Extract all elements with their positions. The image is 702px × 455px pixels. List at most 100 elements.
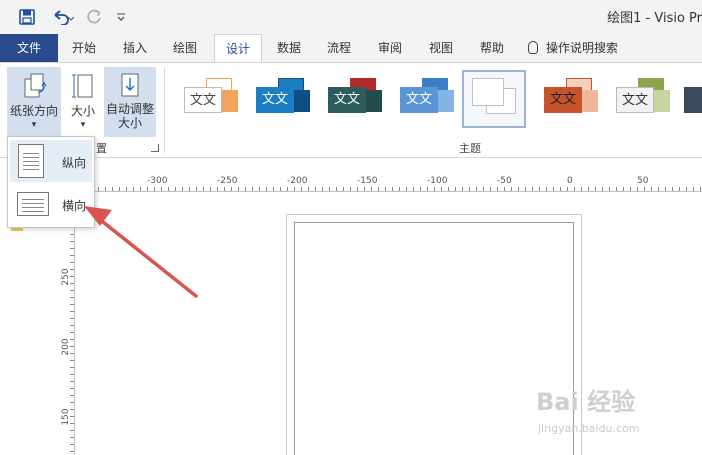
ruler-tick <box>168 187 169 191</box>
ruler-label: -150 <box>357 176 378 186</box>
landscape-page-icon <box>17 192 49 216</box>
ruler-tick <box>70 304 74 305</box>
size-button[interactable]: 大小 ▾ <box>64 67 102 137</box>
auto-size-button[interactable]: 自动调整 大小 <box>104 67 156 137</box>
ruler-tick <box>189 187 190 191</box>
tell-me-search[interactable]: 操作说明搜索 <box>528 34 648 62</box>
ruler-tick <box>462 187 463 191</box>
ruler-tick <box>497 187 498 191</box>
theme-swatch <box>472 78 504 106</box>
ruler-tick <box>70 241 74 242</box>
ruler-tick <box>371 187 372 191</box>
tab-help[interactable]: 帮助 <box>470 34 514 62</box>
undo-icon[interactable] <box>50 7 76 27</box>
ruler-tick <box>70 325 74 326</box>
ruler-tick <box>441 187 442 191</box>
theme-option[interactable]: 文文 <box>536 70 600 128</box>
theme-sample-text: 文文 <box>544 87 582 113</box>
ruler-tick <box>693 187 694 191</box>
ruler-tick <box>413 187 414 191</box>
ruler-tick <box>301 187 302 191</box>
ruler-label: -100 <box>427 176 448 186</box>
ruler-tick <box>308 187 309 191</box>
theme-option[interactable] <box>680 70 702 128</box>
theme-option-selected[interactable] <box>462 70 526 128</box>
customize-qat-icon[interactable] <box>114 7 128 27</box>
ruler-tick <box>518 187 519 191</box>
ruler-tick <box>175 187 176 191</box>
ruler-tick <box>70 374 74 375</box>
theme-sample-text: 文文 <box>184 87 222 113</box>
ruler-tick <box>504 187 505 191</box>
ruler-tick <box>420 187 421 191</box>
page-margin <box>294 222 574 455</box>
ruler-tick <box>637 187 638 191</box>
tab-design[interactable]: 设计 <box>214 34 262 63</box>
watermark: Bai 经验 jingyan.baidu.com <box>536 382 696 437</box>
chevron-down-icon: ▾ <box>31 120 37 130</box>
save-icon[interactable] <box>16 7 38 27</box>
ruler-tick <box>665 187 666 191</box>
theme-sample-text: 文文 <box>328 87 366 113</box>
orientation-label: 纸张方向 <box>9 104 58 118</box>
ruler-tick <box>476 187 477 191</box>
ruler-tick <box>217 187 218 191</box>
ruler-tick <box>287 187 288 191</box>
ruler-tick <box>364 187 365 191</box>
theme-option[interactable]: 文文 <box>608 70 672 128</box>
landscape-label: 横向 <box>62 199 87 213</box>
tell-me-label: 操作说明搜索 <box>546 41 619 55</box>
size-label: 大小 <box>70 104 95 118</box>
ruler-tick <box>455 187 456 191</box>
ruler-tick <box>483 187 484 191</box>
tab-view[interactable]: 视图 <box>419 34 463 62</box>
redo-icon[interactable] <box>84 7 104 27</box>
ruler-tick <box>266 187 267 191</box>
landscape-option[interactable]: 横向 <box>10 183 92 225</box>
tab-home[interactable]: 开始 <box>62 34 106 62</box>
ruler-tick <box>147 187 148 191</box>
themes-group-label: 主题 <box>459 142 481 155</box>
tab-file[interactable]: 文件 <box>0 34 58 62</box>
theme-option[interactable]: 文文 <box>320 70 384 128</box>
ruler-tick <box>609 187 610 191</box>
ruler-tick <box>574 187 575 191</box>
lightbulb-icon <box>528 41 538 54</box>
theme-swatch <box>684 87 702 113</box>
ruler-tick <box>343 187 344 191</box>
ruler-tick <box>567 187 568 191</box>
ruler-tick <box>427 187 428 191</box>
ruler-tick <box>70 248 74 249</box>
auto-size-label-1: 自动调整 <box>105 102 154 116</box>
ruler-tick <box>700 187 701 191</box>
ruler-tick <box>616 187 617 191</box>
page-setup-group-label: 置 <box>96 142 107 155</box>
theme-option[interactable]: 文文 <box>392 70 456 128</box>
ruler-tick <box>70 381 74 382</box>
ruler-tick <box>161 187 162 191</box>
ruler-tick <box>588 187 589 191</box>
ruler-tick <box>532 187 533 191</box>
ruler-tick <box>196 187 197 191</box>
tab-draw[interactable]: 绘图 <box>163 34 207 62</box>
theme-option[interactable]: 文文 <box>176 70 240 128</box>
ruler-tick <box>399 187 400 191</box>
theme-option[interactable]: 文文 <box>248 70 312 128</box>
ruler-tick <box>546 187 547 191</box>
ruler-tick <box>182 187 183 191</box>
dialog-launcher-icon[interactable] <box>151 144 159 152</box>
orientation-button[interactable]: 纸张方向 ▾ <box>7 67 61 137</box>
watermark-logo: Bai 经验 <box>536 388 636 416</box>
tab-review[interactable]: 审阅 <box>368 34 412 62</box>
ruler-tick <box>224 187 225 191</box>
ruler-tick <box>70 388 74 389</box>
ruler-tick <box>378 187 379 191</box>
ruler-tick <box>406 187 407 191</box>
ruler-label: -250 <box>217 176 238 186</box>
tab-process[interactable]: 流程 <box>317 34 361 62</box>
tab-data[interactable]: 数据 <box>267 34 311 62</box>
tab-insert[interactable]: 插入 <box>113 34 157 62</box>
ruler-tick <box>280 187 281 191</box>
ruler-tick <box>70 451 74 452</box>
portrait-option[interactable]: 纵向 <box>10 140 92 182</box>
